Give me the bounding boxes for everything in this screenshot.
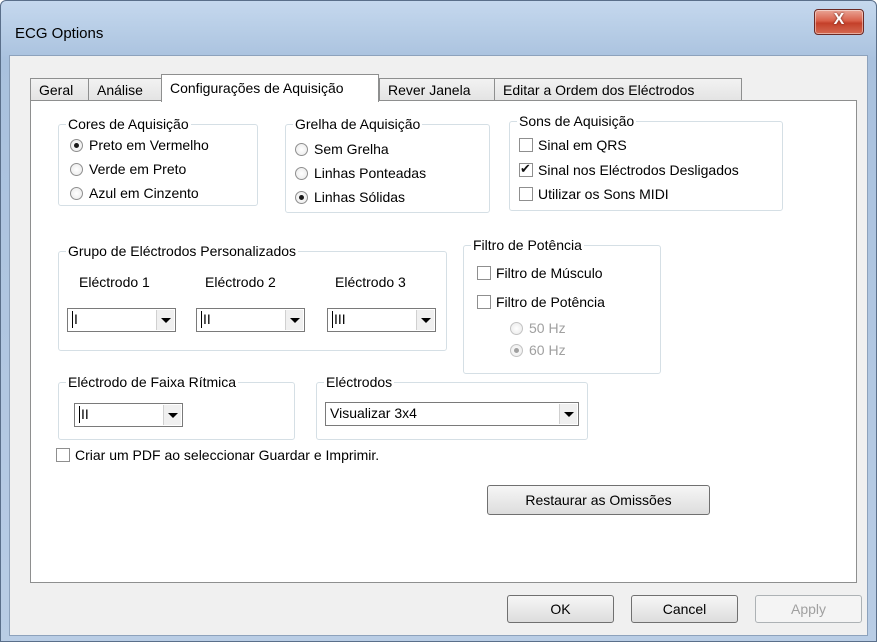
radio-indicator bbox=[295, 191, 308, 204]
radio-label: Azul em Cinzento bbox=[89, 185, 199, 201]
tab-rever-janela[interactable]: Rever Janela bbox=[379, 78, 495, 101]
faixa-ritmica-select[interactable]: II bbox=[74, 403, 183, 427]
radio-label: Verde em Preto bbox=[89, 161, 187, 177]
electrodo-3-label: Eléctrodo 3 bbox=[335, 274, 406, 290]
checkbox-label: Sinal nos Eléctrodos Desligados bbox=[538, 162, 739, 178]
radio-label: 60 Hz bbox=[529, 342, 566, 358]
faixa-ritmica-title: Eléctrodo de Faixa Rítmica bbox=[66, 373, 239, 391]
checkbox-box bbox=[477, 295, 491, 309]
electrodos-select[interactable]: Visualizar 3x4 bbox=[325, 402, 579, 426]
electrodos-title: Eléctrodos bbox=[324, 373, 395, 391]
cores-aquisicao-title: Cores de Aquisição bbox=[66, 115, 191, 133]
select-value: III bbox=[332, 311, 346, 328]
chevron-down-icon[interactable] bbox=[163, 405, 181, 425]
tab-editar-ordem-electrodos[interactable]: Editar a Ordem dos Eléctrodos bbox=[494, 78, 742, 101]
checkbox-box bbox=[519, 138, 533, 152]
select-value: II bbox=[201, 311, 211, 328]
radio-label: 50 Hz bbox=[529, 320, 566, 336]
close-button[interactable]: X bbox=[814, 9, 864, 35]
grelha-aquisicao-group: Grelha de Aquisição Sem Grelha Linhas Po… bbox=[285, 115, 490, 213]
radio-indicator bbox=[295, 143, 308, 156]
dialog-client-area: Geral Análise Configurações de Aquisição… bbox=[9, 55, 868, 636]
sons-aquisicao-group: Sons de Aquisição Sinal em QRS Sinal nos… bbox=[509, 112, 783, 211]
radio-indicator bbox=[70, 139, 83, 152]
electrodo-1-label: Eléctrodo 1 bbox=[79, 274, 150, 290]
close-icon: X bbox=[833, 11, 845, 28]
filtro-potencia-title: Filtro de Potência bbox=[471, 236, 584, 254]
radio-label: Sem Grelha bbox=[314, 141, 389, 157]
checkbox-label: Filtro de Músculo bbox=[496, 265, 603, 281]
apply-button[interactable]: Apply bbox=[755, 595, 862, 623]
chevron-down-icon[interactable] bbox=[559, 404, 577, 424]
select-value: I bbox=[72, 311, 78, 328]
ok-button[interactable]: OK bbox=[507, 595, 614, 623]
cancel-button[interactable]: Cancel bbox=[631, 595, 738, 623]
ecg-options-dialog: ECG Options X Geral Análise Configuraçõe… bbox=[0, 0, 877, 642]
sons-aquisicao-title: Sons de Aquisição bbox=[517, 112, 637, 130]
window-title: ECG Options bbox=[15, 25, 104, 42]
tab-panel: Cores de Aquisição Preto em Vermelho Ver… bbox=[30, 100, 857, 583]
checkbox-label: Criar um PDF ao seleccionar Guardar e Im… bbox=[75, 447, 380, 463]
chevron-down-icon[interactable] bbox=[416, 310, 434, 330]
electrodo-2-label: Eléctrodo 2 bbox=[205, 274, 276, 290]
restore-defaults-button[interactable]: Restaurar as Omissões bbox=[487, 485, 710, 515]
radio-indicator bbox=[510, 322, 523, 335]
grupo-electrodos-title: Grupo de Eléctrodos Personalizados bbox=[66, 242, 299, 260]
electrodo-1-select[interactable]: I bbox=[67, 308, 176, 332]
radio-label: Linhas Ponteadas bbox=[314, 165, 427, 181]
radio-label: Linhas Sólidas bbox=[314, 189, 406, 205]
radio-indicator bbox=[70, 163, 83, 176]
checkbox-label: Utilizar os Sons MIDI bbox=[538, 186, 669, 202]
grelha-aquisicao-title: Grelha de Aquisição bbox=[293, 115, 423, 133]
radio-label: Preto em Vermelho bbox=[89, 137, 209, 153]
electrodo-2-select[interactable]: II bbox=[196, 308, 305, 332]
radio-indicator bbox=[295, 167, 308, 180]
select-value: II bbox=[79, 406, 89, 423]
cores-aquisicao-group: Cores de Aquisição Preto em Vermelho Ver… bbox=[58, 115, 258, 206]
chevron-down-icon[interactable] bbox=[156, 310, 174, 330]
tab-geral[interactable]: Geral bbox=[30, 78, 90, 101]
checkbox-label: Filtro de Potência bbox=[496, 294, 605, 310]
chevron-down-icon[interactable] bbox=[285, 310, 303, 330]
checkbox-box bbox=[477, 266, 491, 280]
filtro-potencia-group: Filtro de Potência Filtro de Músculo Fil… bbox=[463, 236, 661, 374]
grupo-electrodos-group: Grupo de Eléctrodos Personalizados Eléct… bbox=[58, 242, 447, 351]
electrodo-3-select[interactable]: III bbox=[327, 308, 436, 332]
tab-analise[interactable]: Análise bbox=[88, 78, 162, 101]
checkbox-box bbox=[56, 448, 70, 462]
checkbox-label: Sinal em QRS bbox=[538, 137, 627, 153]
faixa-ritmica-group: Eléctrodo de Faixa Rítmica II bbox=[58, 373, 295, 440]
radio-indicator bbox=[70, 187, 83, 200]
radio-indicator bbox=[510, 344, 523, 357]
tab-configuracoes-aquisicao[interactable]: Configurações de Aquisição bbox=[161, 74, 379, 102]
checkbox-box bbox=[519, 187, 533, 201]
checkbox-box bbox=[519, 160, 533, 178]
electrodos-group: Eléctrodos Visualizar 3x4 bbox=[316, 373, 588, 440]
select-value: Visualizar 3x4 bbox=[330, 405, 417, 421]
